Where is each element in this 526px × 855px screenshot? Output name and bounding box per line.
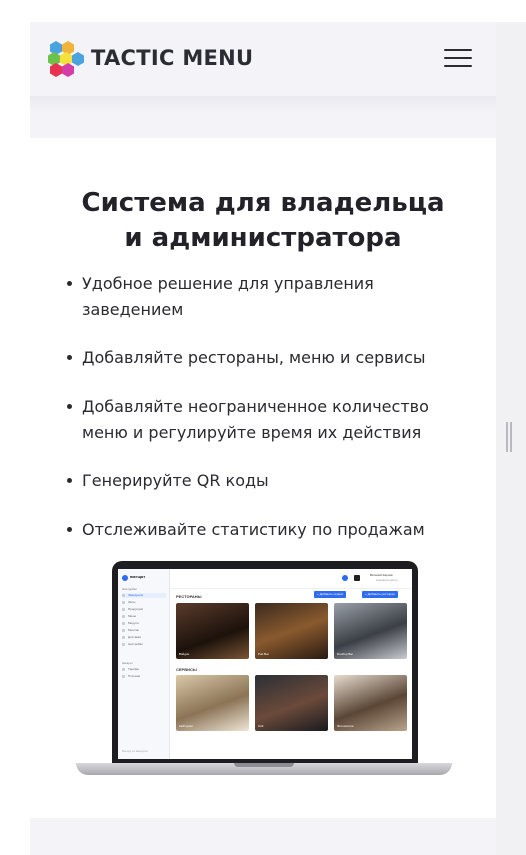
nav-item: Платежи (122, 674, 166, 679)
section-title: Система для владельца и администратора (30, 186, 496, 256)
nav-item: Настройки (122, 642, 166, 647)
services-title: СЕРВИСЫ (176, 667, 197, 672)
app-logo-icon (122, 575, 128, 581)
service-card-label: Фотосессия (337, 724, 354, 728)
restaurant-card-label: Pub Bar (258, 652, 269, 656)
nav-item: Доставка (122, 635, 166, 640)
nav-item: Монтаж (122, 628, 166, 633)
nav-item: Заведения (122, 593, 166, 598)
feature-item: Удобное решение для управления заведение… (67, 271, 402, 323)
title-line-2: и администратора (124, 223, 402, 253)
dashboard-topbar: Виталий Карпов Администратор (170, 569, 412, 589)
nav-section-label: Аккаунт (122, 661, 133, 665)
laptop-lid: вмещат Настройки Заведения Залы Продукци… (112, 561, 418, 765)
service-card: Кейтеринг (176, 675, 249, 731)
restaurant-card: Pub Bar (255, 603, 328, 659)
nav-section-label: Настройки (122, 587, 137, 591)
app-name: вмещат (130, 574, 146, 579)
hexagon-cluster-logo[interactable] (46, 40, 84, 78)
service-card-label: Кейтеринг (179, 724, 194, 728)
nav-item: Тарифы (122, 667, 166, 672)
logout-link: Выход из аккаунта (122, 749, 148, 753)
feature-item: Генерируйте QR коды (67, 468, 472, 494)
laptop-mockup: вмещат Настройки Заведения Залы Продукци… (76, 561, 452, 779)
restaurant-card-label: Rooftop Bar (337, 652, 354, 656)
feature-item: Добавляйте неограниченное количество мен… (67, 394, 462, 446)
title-line-1: Система для владельца (81, 188, 445, 218)
service-card-label: Grill (258, 724, 264, 728)
hamburger-menu-icon[interactable] (444, 47, 474, 69)
service-card: Grill (255, 675, 328, 731)
restaurants-title: РЕСТОРАНЫ (176, 594, 202, 599)
header-shadow (30, 96, 496, 114)
feature-card: Система для владельца и администратора У… (30, 138, 496, 818)
add-restaurant-button: + Добавить ресторан (362, 591, 398, 598)
feature-item: Добавляйте рестораны, меню и сервисы (67, 345, 472, 371)
nav-item: Меню (122, 614, 166, 619)
service-card: Фотосессия (334, 675, 407, 731)
brand-name[interactable]: TACTIC MENU (91, 46, 253, 70)
nav-item: Залы (122, 600, 166, 605)
scrollbar-grip-icon[interactable] (506, 422, 512, 452)
dashboard-sidebar: вмещат Настройки Заведения Залы Продукци… (118, 569, 170, 759)
notification-icon (342, 575, 348, 581)
site-header: TACTIC MENU (30, 22, 496, 96)
nav-item: Продукция (122, 607, 166, 612)
restaurant-card: Rooftop Bar (334, 603, 407, 659)
admin-dashboard-screenshot: вмещат Настройки Заведения Залы Продукци… (118, 569, 412, 759)
feature-item: Отслеживайте статистику по продажам (67, 517, 472, 543)
laptop-notch (234, 763, 294, 767)
restaurant-card-label: Вэйдин (179, 652, 190, 656)
add-service-button: + Добавить сервис (314, 591, 347, 598)
nav-item: Модули (122, 621, 166, 626)
user-name: Виталий Карпов (370, 573, 393, 577)
qr-icon (354, 575, 360, 581)
restaurant-card: Вэйдин (176, 603, 249, 659)
user-role: Администратор (376, 578, 398, 582)
